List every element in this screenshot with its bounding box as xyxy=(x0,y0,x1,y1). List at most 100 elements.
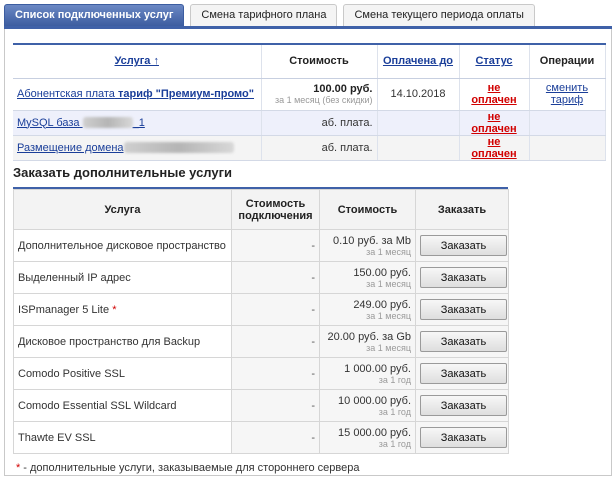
service-status-cell[interactable]: не оплачен xyxy=(459,110,530,136)
service-name-cell[interactable]: Размещение домена xyxy=(13,135,262,161)
service-operation-cell xyxy=(529,135,606,161)
tab-change-payment-period[interactable]: Смена текущего периода оплаты xyxy=(343,4,535,26)
tab-bar: Список подключенных услуг Смена тарифног… xyxy=(4,4,541,26)
services-header-cost: Стоимость xyxy=(261,43,378,79)
order-price: 150.00 руб. xyxy=(353,266,411,279)
order-service-name: Thawte EV SSL xyxy=(13,421,232,454)
redacted-text xyxy=(123,142,234,154)
service-name-cell[interactable]: MySQL база _1 xyxy=(13,110,262,136)
order-row: Comodo Positive SSL - 1 000.00 руб. за 1 … xyxy=(13,357,509,390)
redacted-text xyxy=(82,117,133,129)
order-price: 0.10 руб. за Mb xyxy=(333,234,411,247)
order-period: за 1 месяц xyxy=(366,246,411,257)
order-cost-cell: 0.10 руб. за Mb за 1 месяц xyxy=(319,229,416,262)
order-connection-cost: - xyxy=(231,389,320,422)
order-button[interactable]: Заказать xyxy=(420,235,507,256)
order-connection-cost: - xyxy=(231,229,320,262)
content-panel: Услуга ↑ Стоимость Оплачена до Статус Оп… xyxy=(4,29,612,476)
service-status-cell[interactable]: не оплачен xyxy=(459,78,530,111)
service-link-subscription[interactable]: Абонентская плата тариф "Премиум-промо" xyxy=(17,88,254,100)
sort-by-service-link[interactable]: Услуга ↑ xyxy=(115,55,159,67)
order-row: Дисковое пространство для Backup - 20.00… xyxy=(13,325,509,358)
order-button[interactable]: Заказать xyxy=(420,299,507,320)
order-connection-cost: - xyxy=(231,293,320,326)
service-tariff-name: тариф "Премиум-промо" xyxy=(117,88,254,100)
order-period: за 1 месяц xyxy=(366,278,411,289)
service-price-note: за 1 месяц (без скидки) xyxy=(274,95,373,105)
order-cost-cell: 150.00 руб. за 1 месяц xyxy=(319,261,416,294)
order-button[interactable]: Заказать xyxy=(420,331,507,352)
service-paid-until xyxy=(377,110,460,136)
service-name-prefix: Размещение домена xyxy=(17,141,124,154)
services-header-service[interactable]: Услуга ↑ xyxy=(13,43,262,79)
service-link-mysql[interactable]: MySQL база _1 xyxy=(17,117,145,129)
order-button-cell: Заказать xyxy=(415,261,509,294)
order-period: за 1 год xyxy=(378,374,411,385)
services-header-status[interactable]: Статус xyxy=(459,43,530,79)
service-status-cell[interactable]: не оплачен xyxy=(459,135,530,161)
tab-connected-services[interactable]: Список подключенных услуг xyxy=(4,4,185,26)
order-button[interactable]: Заказать xyxy=(420,395,507,416)
table-row: MySQL база _1 аб. плата. не оплачен xyxy=(13,110,606,136)
order-price: 249.00 руб. xyxy=(353,298,411,311)
service-price-cell: аб. плата. xyxy=(261,135,378,161)
order-price: 15 000.00 руб. xyxy=(338,426,411,439)
order-connection-cost: - xyxy=(231,357,320,390)
order-button-cell: Заказать xyxy=(415,293,509,326)
service-name-suffix: _1 xyxy=(132,116,145,129)
order-service-name: Выделенный IP адрес xyxy=(13,261,232,294)
order-connection-cost: - xyxy=(231,261,320,294)
order-header-connection: Стоимость подключения xyxy=(231,189,320,230)
order-button[interactable]: Заказать xyxy=(420,427,507,448)
order-table: Услуга Стоимость подключения Стоимость З… xyxy=(13,189,509,454)
order-service-name: Comodo Essential SSL Wildcard xyxy=(13,389,232,422)
order-cost-cell: 10 000.00 руб. за 1 год xyxy=(319,389,416,422)
order-button-cell: Заказать xyxy=(415,389,509,422)
order-cost-cell: 15 000.00 руб. за 1 год xyxy=(319,421,416,454)
change-tariff-link[interactable]: сменить тариф xyxy=(546,82,588,106)
order-row: Comodo Essential SSL Wildcard - 10 000.0… xyxy=(13,389,509,422)
services-header-operations: Операции xyxy=(529,43,606,79)
order-button-cell: Заказать xyxy=(415,229,509,262)
order-period: за 1 месяц xyxy=(366,342,411,353)
footnote-text: - дополнительные услуги, заказываемые дл… xyxy=(23,462,360,474)
service-link-domain[interactable]: Размещение домена xyxy=(17,142,124,154)
order-button[interactable]: Заказать xyxy=(420,363,507,384)
services-table: Услуга ↑ Стоимость Оплачена до Статус Оп… xyxy=(13,43,606,161)
table-row: Размещение домена аб. плата. не оплачен xyxy=(13,135,606,161)
order-cost-cell: 1 000.00 руб. за 1 год xyxy=(319,357,416,390)
service-price-cell: 100.00 руб. за 1 месяц (без скидки) xyxy=(261,78,378,111)
order-price: 10 000.00 руб. xyxy=(338,394,411,407)
order-connection-cost: - xyxy=(231,325,320,358)
service-operation-cell xyxy=(529,110,606,136)
order-connection-cost: - xyxy=(231,421,320,454)
order-header-service: Услуга xyxy=(13,189,232,230)
tab-change-tariff[interactable]: Смена тарифного плана xyxy=(190,4,338,26)
order-row: Выделенный IP адрес - 150.00 руб. за 1 ме… xyxy=(13,261,509,294)
service-paid-until xyxy=(377,135,460,161)
order-service-name: ISPmanager 5 Lite xyxy=(18,303,110,316)
status-unpaid-link[interactable]: не оплачен xyxy=(471,111,516,135)
service-name-prefix: Абонентская плата xyxy=(17,88,115,100)
services-header-paid-until[interactable]: Оплачена до xyxy=(377,43,460,79)
status-unpaid-link[interactable]: не оплачен xyxy=(471,82,516,106)
footnote-mark: * xyxy=(16,462,21,474)
order-button-cell: Заказать xyxy=(415,357,509,390)
order-row: ISPmanager 5 Lite * - 249.00 руб. за 1 ме… xyxy=(13,293,509,326)
order-header-row: Услуга Стоимость подключения Стоимость З… xyxy=(13,189,509,230)
order-button[interactable]: Заказать xyxy=(420,267,507,288)
order-button-cell: Заказать xyxy=(415,421,509,454)
order-price: 20.00 руб. за Gb xyxy=(327,330,411,343)
service-price-cell: аб. плата. xyxy=(261,110,378,136)
order-section-title: Заказать дополнительные услуги xyxy=(13,165,233,180)
order-cost-cell: 20.00 руб. за Gb за 1 месяц xyxy=(319,325,416,358)
order-header-order: Заказать xyxy=(415,189,509,230)
sort-by-status-link[interactable]: Статус xyxy=(475,55,512,67)
service-operation-cell[interactable]: сменить тариф xyxy=(529,78,606,111)
services-header-row: Услуга ↑ Стоимость Оплачена до Статус Оп… xyxy=(13,43,606,79)
sort-by-paid-until-link[interactable]: Оплачена до xyxy=(383,55,453,67)
order-price: 1 000.00 руб. xyxy=(344,362,411,375)
required-mark: * xyxy=(112,303,117,316)
status-unpaid-link[interactable]: не оплачен xyxy=(471,136,516,160)
service-name-cell[interactable]: Абонентская плата тариф "Премиум-промо" xyxy=(13,78,262,111)
